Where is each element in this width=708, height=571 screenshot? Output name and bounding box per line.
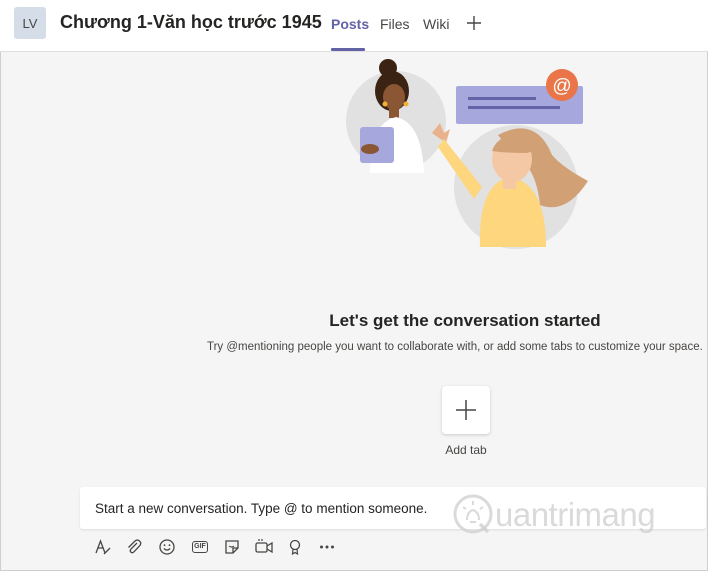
channel-header: LV Chương 1-Văn học trước 1945 Posts Fil… xyxy=(0,0,708,52)
gif-label: GIF xyxy=(191,541,209,553)
tab-wiki[interactable]: Wiki xyxy=(423,16,449,32)
add-tab-label: Add tab xyxy=(445,443,487,457)
active-tab-indicator xyxy=(331,48,365,51)
praise-icon[interactable] xyxy=(285,537,305,557)
gif-icon[interactable]: GIF xyxy=(190,537,210,557)
more-options-icon[interactable] xyxy=(317,537,337,557)
svg-text:@: @ xyxy=(552,76,571,97)
emoji-icon[interactable] xyxy=(157,537,177,557)
format-icon[interactable] xyxy=(92,537,112,557)
tab-files[interactable]: Files xyxy=(380,16,410,32)
team-avatar[interactable]: LV xyxy=(14,7,46,39)
compose-box[interactable]: Start a new conversation. Type @ to ment… xyxy=(80,487,706,529)
add-tab-button[interactable] xyxy=(442,386,490,434)
empty-state-title: Let's get the conversation started xyxy=(329,311,601,330)
tab-posts[interactable]: Posts xyxy=(331,16,369,32)
attach-icon[interactable] xyxy=(124,537,144,557)
plus-icon[interactable] xyxy=(466,15,482,31)
meet-now-icon[interactable] xyxy=(254,537,274,557)
new-conversation-input[interactable]: Start a new conversation. Type @ to ment… xyxy=(95,501,695,516)
channel-title: Chương 1-Văn học trước 1945 xyxy=(60,12,322,32)
sticker-icon[interactable] xyxy=(222,537,242,557)
compose-toolbar: GIF xyxy=(92,537,352,557)
conversation-illustration: @ xyxy=(346,59,588,249)
plus-icon xyxy=(456,400,476,420)
empty-state-subtitle: Try @mentioning people you want to colla… xyxy=(207,341,703,353)
